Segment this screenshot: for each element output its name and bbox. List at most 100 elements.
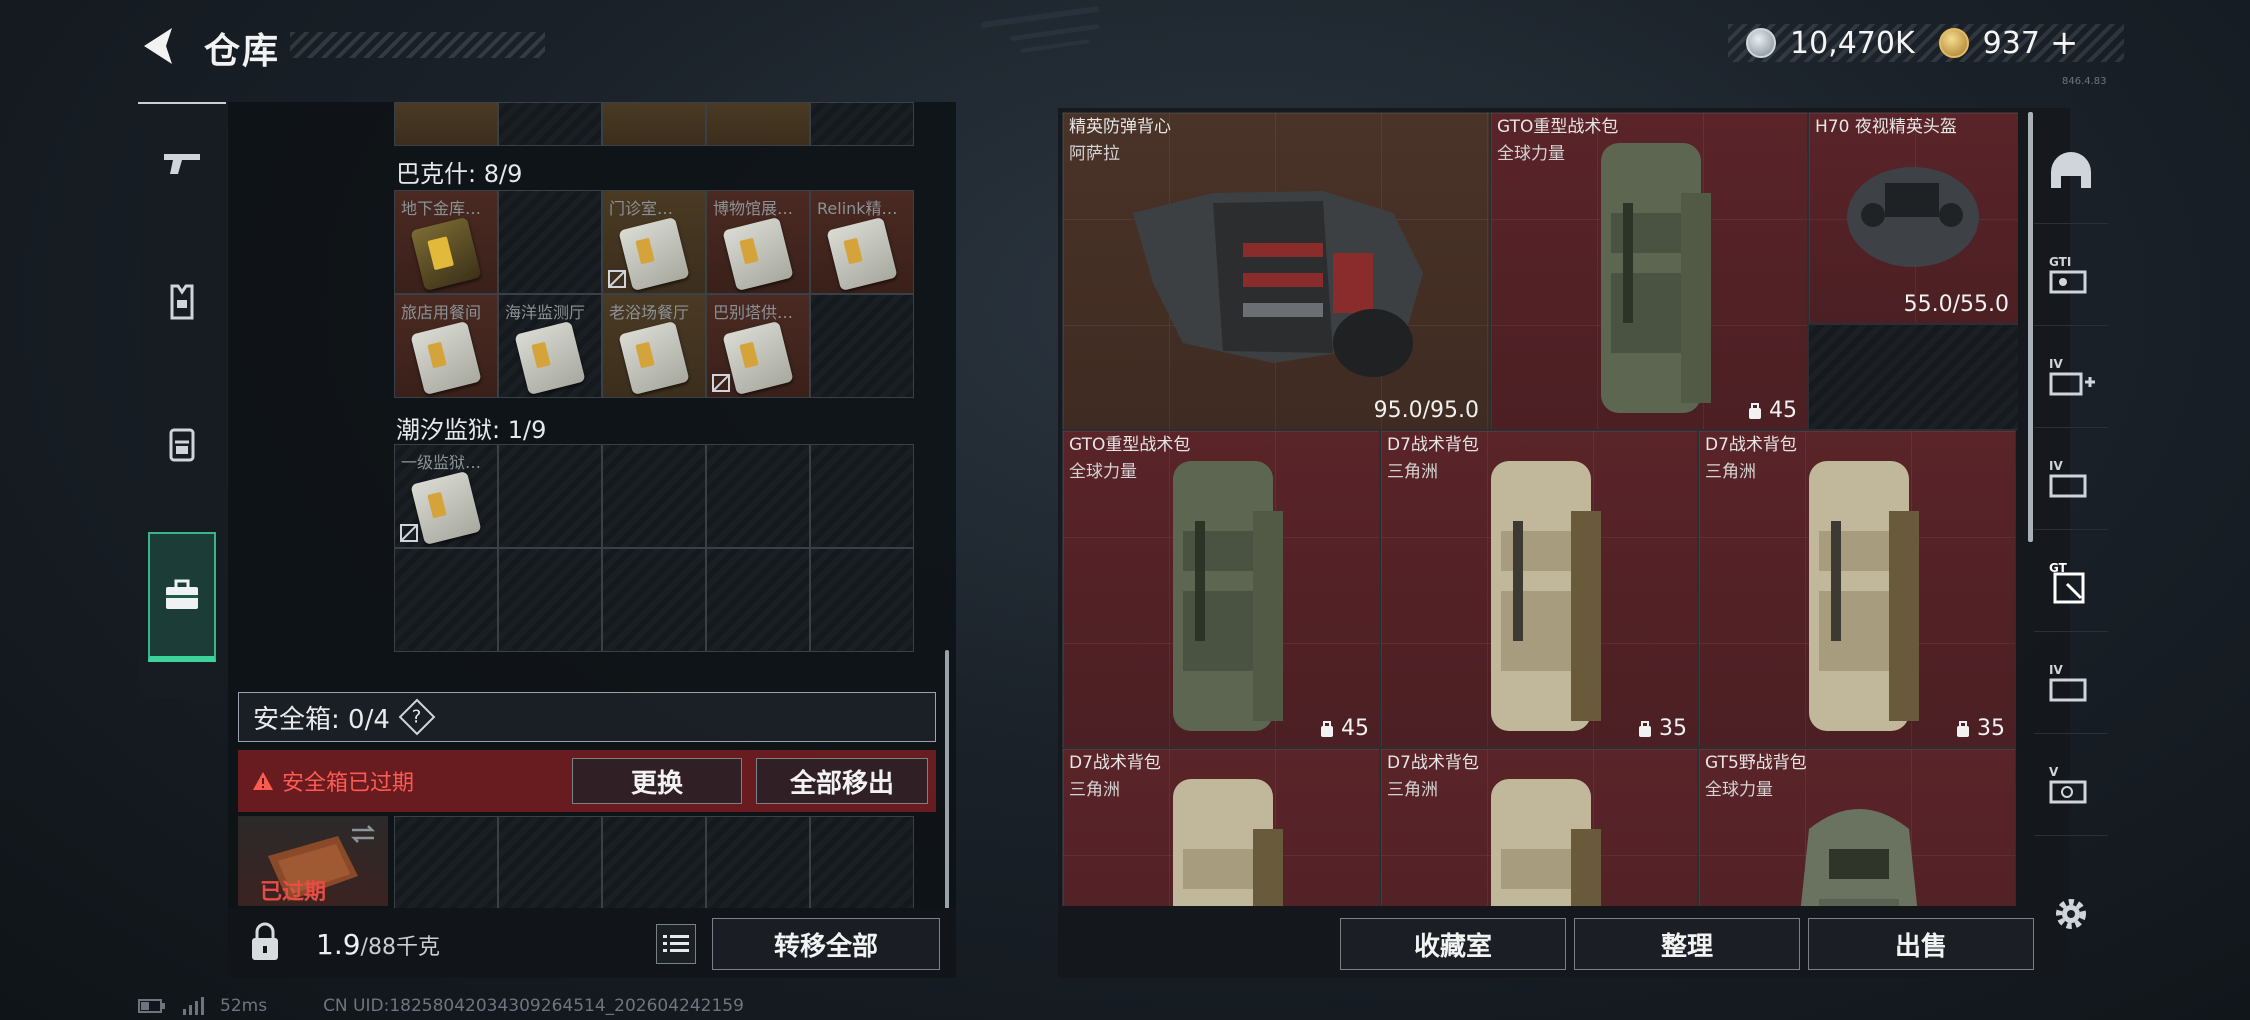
keycard-slot[interactable]: 地下金库… [394, 190, 498, 294]
empty-slot [810, 816, 914, 908]
replace-button[interactable]: 更换 [572, 758, 742, 804]
keycard-icon [722, 216, 794, 292]
iv-plus-tab-icon: IV [2049, 357, 2095, 395]
bakeshi-grid: 地下金库… 门诊室… 博物馆展… Relink精… 旅店用餐间 海洋监测厅 老浴… [394, 190, 914, 398]
stash-item-backpack[interactable]: D7战术背包 三角洲 35 [1380, 430, 1698, 748]
move-all-out-button[interactable]: 全部移出 [756, 758, 928, 804]
currency-bar: 10,470K 937 + [1728, 23, 2124, 63]
empty-slot [394, 816, 498, 908]
nav-gear-tab[interactable] [138, 242, 226, 362]
stash-scrollbar[interactable] [2028, 112, 2033, 542]
expired-stamp: 已过期 [260, 880, 327, 905]
organize-button[interactable]: 整理 [1574, 918, 1800, 970]
weight-value: 1.9 [316, 928, 361, 961]
grid-cell[interactable] [602, 102, 706, 146]
empty-slot [498, 816, 602, 908]
keycard-slot[interactable]: 巴别塔供… [706, 294, 810, 398]
grid-cell[interactable] [706, 102, 810, 146]
section-label-bakeshi: 巴克什: 8/9 [396, 160, 523, 188]
item-name: H70 夜视精英头盔 [1815, 117, 1957, 137]
keycard-label: 巴别塔供… [713, 303, 794, 322]
settings-button[interactable] [2034, 864, 2108, 964]
unavailable-icon [400, 524, 418, 542]
item-name: GT5野战背包 [1705, 753, 1807, 773]
keycard-slot[interactable]: Relink精… [810, 190, 914, 294]
nav-warehouse-tab[interactable] [148, 532, 216, 662]
keycard-slot[interactable]: 海洋监测厅 [498, 294, 602, 398]
keycard-icon [826, 216, 898, 292]
help-button[interactable]: ? [398, 698, 436, 736]
safebox-label: 安全箱: 0/4 [253, 704, 390, 735]
item-name: D7战术背包 [1387, 753, 1479, 773]
keycard-slot[interactable]: 门诊室… [602, 190, 706, 294]
container-scrollbar[interactable] [945, 650, 949, 910]
stash-tab-iv-2[interactable]: IV [2034, 634, 2108, 734]
list-icon [663, 935, 689, 952]
keycard-label: 旅店用餐间 [401, 303, 482, 322]
grid-cell[interactable] [394, 102, 498, 146]
item-durability: 95.0/95.0 [1373, 398, 1479, 423]
keycard-label: 博物馆展… [713, 199, 794, 218]
left-nav [138, 102, 226, 698]
empty-slot [602, 816, 706, 908]
collection-room-button[interactable]: 收藏室 [1340, 918, 1566, 970]
gold-coin-icon [1938, 28, 1969, 58]
item-capacity: 35 [1955, 716, 2005, 741]
title-decoration [290, 32, 545, 58]
item-sub: 三角洲 [1387, 780, 1438, 800]
item-sub: 阿萨拉 [1069, 144, 1120, 164]
nav-weapon-tab[interactable] [138, 104, 226, 224]
stash-item-backpack[interactable]: GTO重型战术包 全球力量 45 [1490, 112, 1808, 430]
empty-slot [498, 190, 602, 294]
empty-slot [706, 816, 810, 908]
header: 仓库 10,470K 937 + 846.4.83 [0, 0, 2250, 100]
backpack-image-icon [1800, 809, 1918, 906]
svg-text:IV: IV [2049, 357, 2063, 371]
keycard-slot[interactable]: 老浴场餐厅 [602, 294, 706, 398]
capacity-value: 45 [1769, 398, 1797, 423]
stash-item-helmet[interactable]: H70 夜视精英头盔 55.0/55.0 [1808, 112, 2018, 324]
stash-tab-v[interactable]: V [2034, 736, 2108, 836]
help-icon: ? [412, 706, 422, 728]
briefcase-icon [166, 579, 198, 609]
keycard-label: 地下金库… [401, 199, 482, 218]
vest-icon [170, 284, 194, 320]
sell-button[interactable]: 出售 [1808, 918, 2034, 970]
keycard-slot[interactable]: 一级监狱… [394, 444, 498, 548]
stash-item-backpack[interactable]: GTO重型战术包 全球力量 45 [1062, 430, 1380, 748]
stash-tab-gti[interactable]: GTI [2034, 226, 2108, 326]
item-name: D7战术背包 [1069, 753, 1161, 773]
stash-item-vest[interactable]: 精英防弹背心 阿萨拉 95.0/95.0 [1062, 112, 1490, 430]
stash-item-backpack[interactable]: D7战术背包 三角洲 [1380, 748, 1698, 906]
stash-tab-iv[interactable]: IV [2034, 430, 2108, 530]
transfer-all-button[interactable]: 转移全部 [712, 918, 940, 970]
silver-amount: 10,470K [1790, 25, 1915, 61]
stash-tab-gt-active[interactable]: GT [2034, 532, 2108, 632]
keycard-icon [722, 320, 794, 396]
empty-slot [1808, 324, 2018, 430]
v-tab-icon: V [2049, 765, 2087, 803]
vest-image-icon [1133, 191, 1423, 377]
keycard-slot[interactable]: 博物馆展… [706, 190, 810, 294]
stash-item-backpack[interactable]: D7战术背包 三角洲 35 [1698, 430, 2016, 748]
lock-icon[interactable] [248, 922, 282, 962]
back-button[interactable] [138, 24, 182, 68]
silver-coin-icon [1746, 28, 1776, 58]
ping-text: 52ms [220, 996, 268, 1016]
keycard-slot[interactable]: 旅店用餐间 [394, 294, 498, 398]
stash-tab-all[interactable] [2034, 124, 2108, 224]
empty-slot [498, 444, 602, 548]
nav-backpack-tab[interactable] [138, 384, 226, 504]
keycard-icon [618, 216, 690, 292]
list-view-button[interactable] [656, 924, 696, 964]
gold-amount: 937 [1982, 25, 2040, 61]
pistol-icon [164, 154, 200, 174]
iv-tab-2-icon: IV [2049, 663, 2087, 701]
item-sub: 全球力量 [1069, 462, 1137, 482]
stash-item-backpack[interactable]: GT5野战背包 全球力量 [1698, 748, 2016, 906]
item-capacity: 45 [1747, 398, 1797, 423]
item-sub: 全球力量 [1497, 144, 1565, 164]
stash-item-backpack[interactable]: D7战术背包 三角洲 [1062, 748, 1380, 906]
add-currency-button[interactable]: + [2050, 23, 2079, 63]
stash-tab-iv-plus[interactable]: IV [2034, 328, 2108, 428]
